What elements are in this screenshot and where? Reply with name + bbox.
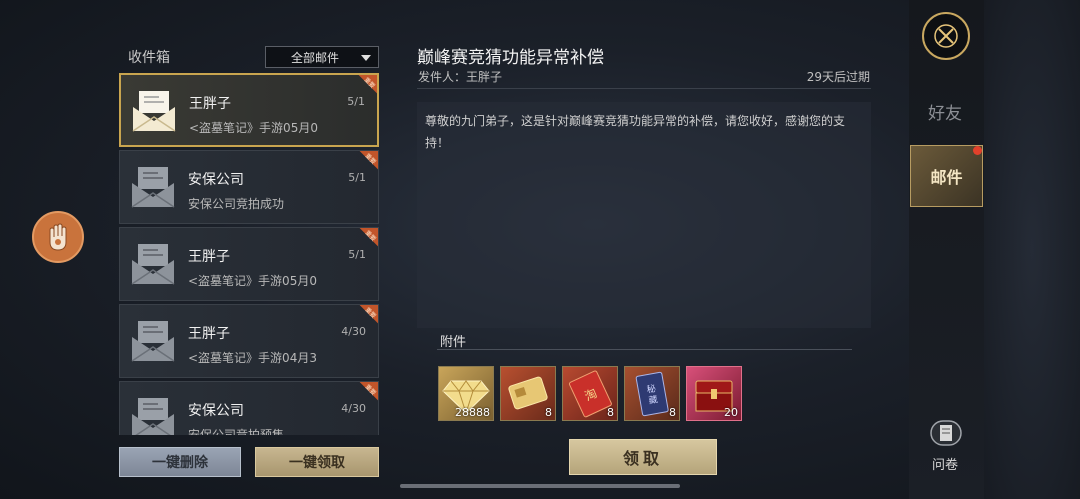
envelope-icon — [131, 167, 175, 208]
mail-body: 尊敬的九门弟子，这是针对巅峰赛竞猜功能异常的补偿，请您收好，感谢您的支持！ — [417, 102, 871, 328]
hand-icon — [49, 223, 67, 251]
attachment-count: 8 — [669, 406, 676, 419]
background-edge — [984, 0, 1080, 499]
mail-item[interactable]: 安保公司 安保公司竞拍成功 5/1 重要 — [119, 150, 379, 224]
tab-mail[interactable]: 邮件 — [910, 145, 983, 207]
attachment-count: 8 — [607, 406, 614, 419]
claim-all-button[interactable]: 一键领取 — [255, 447, 379, 477]
attachment-item[interactable]: 8 — [500, 366, 556, 421]
mail-sender: 安保公司 — [188, 403, 244, 419]
mail-expire-text: 29天后过期 — [806, 70, 870, 84]
mail-filter-value: 全部邮件 — [290, 50, 339, 65]
hand-button[interactable] — [32, 211, 84, 263]
mail-preview: <盗墓笔记》手游04月3 — [188, 351, 317, 365]
important-tag: 重要 — [352, 151, 378, 177]
claim-button[interactable]: 领取 — [569, 439, 717, 475]
mail-list[interactable]: 王胖子 <盗墓笔记》手游05月0 5/1 重要 安保公司 安保公司竞拍成功 5/… — [119, 73, 379, 435]
divider — [417, 88, 871, 89]
envelope-icon — [132, 398, 174, 435]
close-icon — [934, 24, 958, 48]
mail-item[interactable]: 安保公司 安保公司竞拍预售 4/30 重要 — [119, 381, 379, 435]
delete-all-button[interactable]: 一键删除 — [119, 447, 241, 477]
attachment-count: 20 — [724, 406, 738, 419]
mail-preview: <盗墓笔记》手游05月0 — [189, 121, 318, 135]
important-tag: 重要 — [352, 228, 378, 254]
attachment-item[interactable]: 秘 藏 8 — [624, 366, 680, 421]
sender-prefix: 发件人： — [418, 70, 467, 84]
attachment-count: 28888 — [455, 406, 490, 419]
survey-label: 问卷 — [932, 458, 959, 473]
mail-item[interactable]: 王胖子 <盗墓笔记》手游05月0 5/1 重要 — [119, 73, 379, 147]
chevron-down-icon — [361, 55, 371, 61]
mail-filter-select[interactable]: 全部邮件 — [265, 46, 379, 68]
important-tag: 重要 — [352, 382, 378, 408]
mail-detail-sender: 发件人：王胖子 — [418, 68, 502, 85]
mail-item[interactable]: 王胖子 <盗墓笔记》手游04月3 4/30 重要 — [119, 304, 379, 378]
important-tag: 重要 — [351, 75, 377, 101]
mail-item[interactable]: 王胖子 <盗墓笔记》手游05月0 5/1 重要 — [119, 227, 379, 301]
mail-sender: 王胖子 — [189, 96, 231, 112]
open-envelope-icon — [131, 244, 175, 285]
mail-detail-title: 巅峰赛竞猜功能异常补偿 — [417, 48, 604, 68]
survey-icon[interactable] — [930, 419, 962, 447]
open-envelope-icon — [132, 91, 176, 132]
attachment-item[interactable]: 淘 8 — [562, 366, 618, 421]
inbox-title: 收件箱 — [128, 50, 170, 66]
tab-friends[interactable]: 好友 — [928, 99, 962, 124]
attachment-item[interactable]: 20 — [686, 366, 742, 421]
mail-preview: <盗墓笔记》手游05月0 — [188, 274, 317, 288]
mail-sender: 王胖子 — [188, 326, 230, 342]
mail-preview: 安保公司竞拍预售 — [188, 428, 285, 435]
mail-sender: 王胖子 — [188, 249, 230, 265]
close-emblem-button[interactable] — [922, 12, 970, 60]
attachment-item[interactable]: 28888 — [438, 366, 494, 421]
important-tag: 重要 — [352, 305, 378, 331]
notification-dot — [973, 146, 982, 155]
mail-preview: 安保公司竞拍成功 — [188, 197, 285, 211]
attachments-list: 28888 8 淘 8 秘 藏 8 20 — [438, 366, 742, 421]
open-envelope-icon — [131, 321, 175, 362]
attachments-label: 附件 — [440, 335, 467, 350]
home-indicator — [400, 484, 680, 488]
mail-sender: 安保公司 — [188, 172, 244, 188]
attachment-count: 8 — [545, 406, 552, 419]
divider — [437, 349, 852, 350]
sender-name: 王胖子 — [466, 70, 503, 84]
